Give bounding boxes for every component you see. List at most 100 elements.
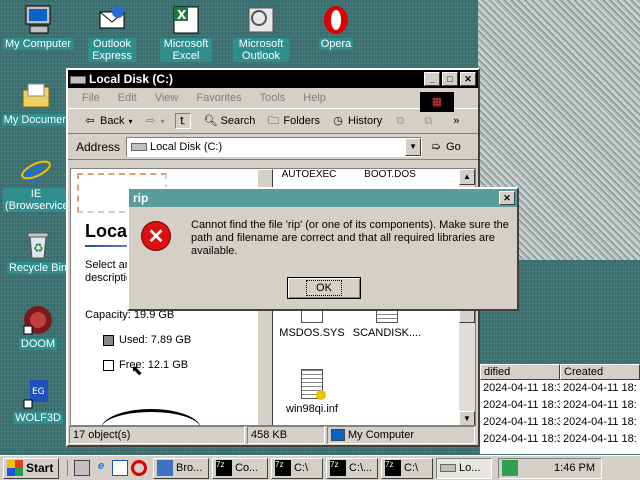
list-row[interactable]: 2024-04-11 18:302024-04-11 18: xyxy=(480,397,640,414)
inf-file-icon xyxy=(301,369,326,400)
file-item[interactable]: win98qi.inf xyxy=(275,369,349,415)
svg-text:X: X xyxy=(177,8,187,22)
close-button[interactable]: ✕ xyxy=(460,72,476,86)
copy-to-button[interactable]: ⧉ xyxy=(420,113,438,129)
status-object-count: 17 object(s) xyxy=(69,426,245,444)
network-icon[interactable] xyxy=(502,460,518,476)
menu-view[interactable]: View xyxy=(155,92,179,104)
search-icon: 🔍︎ xyxy=(203,115,218,127)
search-button[interactable]: 🔍︎ Search xyxy=(203,113,256,129)
list-row[interactable]: 2024-04-11 18:312024-04-11 18: xyxy=(480,414,640,431)
dialog-title: rip xyxy=(133,191,149,205)
up-folder-icon: ⮤ xyxy=(174,113,191,129)
desktop-icon-opera[interactable]: Opera xyxy=(300,4,372,50)
windows-logo-icon: ▦ xyxy=(420,92,454,112)
svg-text:e: e xyxy=(24,154,43,186)
forward-arrow-icon: ⇨ xyxy=(145,115,156,127)
quick-launch: e xyxy=(67,460,150,476)
recycle-bin-icon: ♻ xyxy=(22,228,54,260)
dialog-close-button[interactable]: ✕ xyxy=(499,191,515,205)
status-bar: 17 object(s) 458 KB My Computer xyxy=(68,425,478,445)
outlook-express-icon[interactable] xyxy=(112,460,128,476)
folders-icon: 🗀 xyxy=(267,115,279,127)
internet-explorer-icon: e xyxy=(20,154,52,189)
menu-tools[interactable]: Tools xyxy=(260,92,286,104)
menu-bar: File Edit View Favorites Tools Help ▦ xyxy=(68,88,478,112)
back-arrow-icon: ⇦ xyxy=(85,115,95,127)
column-header-created[interactable]: Created xyxy=(560,364,640,380)
desktop-icon-outlook-express[interactable]: Outlook Express xyxy=(76,4,148,62)
minimize-button[interactable]: _ xyxy=(424,72,440,86)
file-item[interactable]: BOOT.DOS xyxy=(353,169,427,180)
task-button-local-disk[interactable]: Lo... xyxy=(436,457,492,479)
error-icon: ✕ xyxy=(141,221,171,251)
history-button[interactable]: ◷ History xyxy=(330,113,382,129)
ok-button[interactable]: OK xyxy=(287,277,361,299)
excel-icon: X xyxy=(170,4,202,36)
menu-file[interactable]: File xyxy=(82,92,100,104)
menu-edit[interactable]: Edit xyxy=(118,92,137,104)
desktop-icon-outlook[interactable]: Microsoft Outlook xyxy=(225,4,297,62)
task-button-c-drive-2[interactable]: 7z C:\... xyxy=(326,457,378,479)
7zip-icon: 7z xyxy=(385,460,401,476)
menu-help[interactable]: Help xyxy=(303,92,326,104)
copy-to-icon: ⧉ xyxy=(424,115,433,127)
column-header-modified[interactable]: dified xyxy=(480,364,560,380)
svg-text:♻: ♻ xyxy=(33,241,44,255)
clock[interactable]: 1:46 PM xyxy=(554,462,595,474)
go-arrow-icon: ➯ xyxy=(431,140,441,153)
menu-favorites[interactable]: Favorites xyxy=(196,92,241,104)
free-text: Free: 12.1 GB xyxy=(119,359,189,371)
opera-icon[interactable] xyxy=(131,460,147,476)
status-location: My Computer xyxy=(327,426,475,444)
explorer-titlebar[interactable]: Local Disk (C:) _ □ ✕ xyxy=(68,70,478,88)
status-size: 458 KB xyxy=(247,426,325,444)
desktop-icon-my-computer[interactable]: My Computer xyxy=(2,4,74,50)
list-row[interactable]: 2024-04-11 18:302024-04-11 18: xyxy=(480,380,640,397)
dialog-titlebar[interactable]: rip ✕ xyxy=(129,189,517,207)
more-toolbar-button[interactable]: » xyxy=(448,113,466,129)
desktop-icon-ie[interactable]: e IE (Browservice xyxy=(0,154,72,212)
history-icon: ◷ xyxy=(333,115,343,127)
go-button[interactable]: ➯ Go xyxy=(428,139,460,155)
start-button[interactable]: Start xyxy=(3,457,59,479)
window-title: Local Disk (C:) xyxy=(89,72,174,86)
internet-explorer-icon[interactable]: e xyxy=(93,460,109,476)
free-swatch xyxy=(103,360,114,371)
show-desktop-icon[interactable] xyxy=(74,460,90,476)
select-hint: Select an xyxy=(85,259,131,271)
task-button-c-drive-1[interactable]: 7z C:\ xyxy=(271,457,323,479)
wolf3d-icon: EG xyxy=(22,378,54,410)
scroll-down-button[interactable]: ▼ xyxy=(459,411,475,425)
forward-button[interactable]: ⇨ ▾ xyxy=(142,113,165,129)
drive-icon xyxy=(131,142,148,151)
back-button[interactable]: ⇦ Back ▾ xyxy=(82,113,132,129)
task-button-console[interactable]: 7z Co... xyxy=(212,457,268,479)
taskbar: Start e Bro... 7z Co... 7z C:\ 7z C:\... 7z… xyxy=(0,455,640,480)
move-to-button[interactable]: ⧉ xyxy=(392,113,410,129)
toolbar: ⇦ Back ▾ ⇨ ▾ ⮤ 🔍︎ Search 🗀 Folders ◷ History ⧉… xyxy=(68,108,478,134)
up-folder-button[interactable]: ⮤ xyxy=(174,113,193,129)
scroll-up-button[interactable]: ▲ xyxy=(459,169,475,185)
task-button-c-drive-3[interactable]: 7z C:\ xyxy=(381,457,433,479)
desktop-icon-wolf3d[interactable]: EG WOLF3D xyxy=(2,378,74,424)
desktop-icon-my-documents[interactable]: My Documen xyxy=(0,80,72,126)
desktop-icon-excel[interactable]: X Microsoft Excel xyxy=(150,4,222,62)
desktop-icon-doom[interactable]: DOOM xyxy=(2,304,74,350)
mouse-cursor-icon: ⬉ xyxy=(131,362,143,378)
address-input[interactable]: Local Disk (C:) ▼ xyxy=(126,136,423,157)
7zip-icon: 7z xyxy=(330,460,346,476)
disk-pie-chart xyxy=(101,409,201,425)
folders-button[interactable]: 🗀 Folders xyxy=(265,113,320,129)
svg-text:EG: EG xyxy=(32,387,45,397)
maximize-button[interactable]: □ xyxy=(442,72,458,86)
list-row[interactable]: 2024-04-11 18:322024-04-11 18: xyxy=(480,431,640,448)
error-message: Cannot find the file 'rip' (or one of it… xyxy=(191,219,509,257)
file-item[interactable]: AUTOEXEC xyxy=(277,169,341,180)
address-dropdown-button[interactable]: ▼ xyxy=(405,137,422,156)
task-button-browser[interactable]: Bro... xyxy=(153,457,209,479)
background-detail-list: dified Created 2024-04-11 18:302024-04-1… xyxy=(480,364,640,454)
select-hint-2: descriptio xyxy=(85,272,133,284)
7zip-icon: 7z xyxy=(275,460,291,476)
desktop-icon-recycle-bin[interactable]: ♻ Recycle Bin xyxy=(2,228,74,274)
